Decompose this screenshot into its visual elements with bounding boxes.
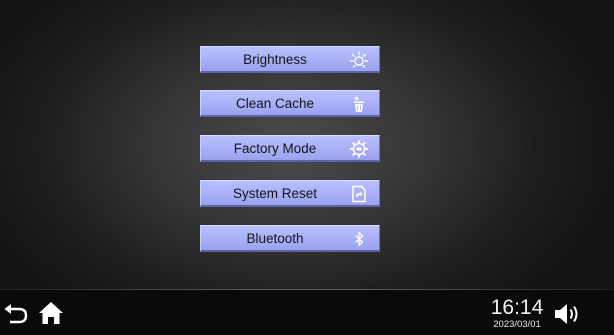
system-reset-button[interactable]: System Reset (200, 180, 380, 207)
factory-gear-icon (350, 140, 368, 158)
system-reset-label: System Reset (232, 186, 318, 201)
clock-time: 16:14 (490, 296, 544, 319)
factory-mode-label: Factory Mode (233, 141, 317, 156)
bluetooth-button[interactable]: Bluetooth (200, 225, 380, 252)
brightness-button[interactable]: Brightness (200, 46, 380, 73)
clean-cache-label: Clean Cache (235, 96, 315, 111)
home-icon[interactable] (38, 300, 64, 326)
brightness-label: Brightness (243, 52, 307, 67)
bluetooth-icon (355, 231, 364, 247)
clock: 16:14 2023/03/01 (482, 296, 552, 331)
clock-date: 2023/03/01 (493, 319, 541, 330)
brightness-icon (349, 51, 369, 68)
screen: Brightness Clean Cache Factory Mode Syst… (0, 0, 614, 335)
clean-cache-button[interactable]: Clean Cache (200, 90, 380, 117)
trash-icon (354, 96, 364, 112)
bluetooth-label: Bluetooth (246, 231, 304, 246)
volume-icon[interactable] (553, 301, 583, 327)
reset-icon (352, 185, 366, 203)
settings-menu-panel: Brightness Clean Cache Factory Mode Syst… (0, 0, 614, 290)
factory-mode-button[interactable]: Factory Mode (200, 135, 380, 162)
back-arrow-icon[interactable] (4, 302, 30, 326)
